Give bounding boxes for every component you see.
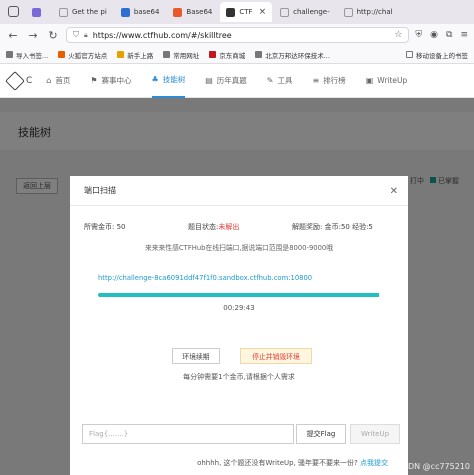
browser-tab-6[interactable]: http://chal (338, 2, 399, 22)
status-value: 未解出 (218, 223, 240, 231)
site-header: C ⌂ 首页 ⚑ 赛事中心 ♣ 技能树 ▤ 历年真题 ✎ 工具 ≡ 排行榜 ▣ WriteUp (0, 64, 474, 98)
tab-label: base64 (133, 8, 160, 16)
nav-item-home[interactable]: ⌂ 首页 (46, 64, 70, 98)
bookmark-icon (209, 51, 217, 58)
flag-input[interactable] (82, 424, 294, 444)
bookmark-item[interactable]: 导入书签... (6, 50, 48, 60)
writeup-icon: ▣ (365, 76, 374, 85)
tool-icon: ✎ (266, 76, 274, 85)
bookmark-item[interactable]: 北京万邦达环保技术... (255, 50, 330, 60)
tab-favicon-icon (280, 7, 290, 17)
countdown-timer: 00:29:43 (223, 304, 255, 312)
tab-label: CTF (239, 8, 253, 16)
writeup-note: ohhhh, 这个题还没有WriteUp, 骚年要不要来一份? 点我提交 (197, 459, 388, 467)
reload-icon[interactable]: ↻ (46, 29, 60, 42)
tab-favicon-icon (226, 7, 236, 17)
renew-env-button[interactable]: 环境续期 (172, 348, 220, 364)
tab-label: Base64 (186, 8, 213, 16)
nav-item-tool[interactable]: ✎ 工具 (267, 64, 293, 98)
progress-fill (98, 293, 379, 297)
browser-tab-1[interactable]: Get the pi (53, 2, 113, 22)
bookmark-icon (6, 51, 13, 58)
bookmark-icon (117, 51, 125, 58)
close-icon[interactable]: ✕ (390, 186, 398, 197)
logo-letter: C (26, 75, 33, 86)
tab-favicon-icon (173, 7, 183, 17)
bookmark-item[interactable]: 新手上路 (117, 50, 153, 60)
bookmark-item[interactable]: 火狐官方站点 (58, 50, 107, 60)
challenge-modal: 端口扫描 ✕ 所需金币: 50 题目状态:未解出 解题奖励: 金币:50 经验:… (70, 176, 408, 475)
menu-icon[interactable]: ≡ (460, 30, 468, 40)
bookmark-icon (58, 51, 66, 58)
star-icon[interactable]: ☆ (394, 30, 402, 40)
tree-icon: ♣ (151, 75, 159, 84)
destroy-env-button[interactable]: 停止并销毁环境 (240, 348, 312, 364)
browser-tab-3[interactable]: Base64 (167, 2, 218, 22)
tab-label: challenge- (293, 8, 330, 16)
bookmark-icon (255, 51, 263, 58)
back-arrow-icon[interactable]: ← (6, 29, 20, 42)
submit-flag-button[interactable]: 提交Flag (296, 424, 346, 444)
challenge-status: 题目状态:未解出 (188, 223, 240, 231)
challenge-url-link[interactable]: http://challenge-8ca6091ddf47f1f0.sandbo… (98, 274, 312, 282)
ctfhub-logo-icon[interactable] (5, 70, 25, 91)
bookmark-icon (163, 51, 171, 58)
address-bar[interactable]: ⛉ 🔒︎ https://www.ctfhub.com/#/skilltree … (66, 27, 410, 43)
browser-tab-2[interactable]: base64 (115, 2, 166, 22)
url-text: https://www.ctfhub.com/#/skilltree (92, 30, 232, 40)
modal-title: 端口扫描 (70, 176, 408, 206)
rank-icon: ≡ (312, 76, 320, 85)
tab-close-icon[interactable]: × (259, 7, 267, 17)
watermark: CSDN @cc775210 (397, 462, 470, 471)
folder-icon (406, 51, 413, 58)
tab-favicon-icon (120, 7, 130, 17)
nav-item-tree[interactable]: ♣ 技能树 (151, 64, 186, 98)
account-icon[interactable]: ◉ (430, 30, 438, 40)
browser-navbar: ← → ↻ ⛉ 🔒︎ https://www.ctfhub.com/#/skil… (0, 24, 474, 46)
bookmark-item[interactable]: 常用网址 (163, 50, 199, 60)
pocket-icon[interactable]: ⛨ (415, 30, 422, 40)
tab-favicon-icon (343, 7, 353, 17)
nav-item-flag[interactable]: ⚑ 赛事中心 (90, 64, 131, 98)
coins-required: 所需金币: 50 (84, 223, 126, 231)
nav-item-writeup[interactable]: ▣ WriteUp (366, 64, 408, 98)
home-icon: ⌂ (46, 76, 52, 85)
nav-item-rank[interactable]: ≡ 排行榜 (312, 64, 345, 98)
tab-favicon-icon (59, 7, 68, 17)
bookmarks-bar: 导入书签... 火狐官方站点 新手上路 常用网址 京东商城 北京万邦达环保技术... 移动… (0, 46, 474, 64)
challenge-description: 来来来性感CTFHub在线扫端口,据说端口范围是8000-9000哦 (144, 244, 334, 252)
forward-arrow-icon[interactable]: → (26, 29, 40, 42)
browser-tab-5[interactable]: challenge- (274, 2, 335, 22)
browser-tab-bar: Get the pi base64 Base64 CTF × challenge-http… (0, 0, 474, 24)
nav-item-book[interactable]: ▤ 历年真题 (205, 64, 247, 98)
book-icon: ▤ (205, 76, 213, 85)
extensions-icon[interactable]: ⧉ (446, 30, 452, 40)
flag-icon: ⚑ (90, 76, 98, 85)
coin-cost-note: 每分钟需要1个金币,请根据个人需求 (183, 373, 295, 381)
reward-info: 解题奖励: 金币:50 经验:5 (292, 223, 373, 231)
writeup-button[interactable]: WriteUp (350, 424, 400, 444)
bookmark-mobile[interactable]: 移动设备上的书签 (406, 50, 468, 60)
tab-overview-icon[interactable] (8, 6, 19, 17)
lock-icon: 🔒︎ (84, 30, 88, 39)
shield-icon: ⛉ (73, 30, 79, 39)
bookmark-item[interactable]: 京东商城 (209, 50, 245, 60)
browser-tab-0[interactable] (26, 2, 51, 22)
tab-label: http://chal (356, 8, 393, 16)
tab-label: Get the pi (72, 8, 107, 16)
tab-favicon-icon (32, 7, 41, 17)
submit-writeup-link[interactable]: 点我提交 (360, 459, 388, 467)
browser-tab-4[interactable]: CTF × (220, 2, 273, 22)
time-progress-bar (98, 293, 380, 297)
